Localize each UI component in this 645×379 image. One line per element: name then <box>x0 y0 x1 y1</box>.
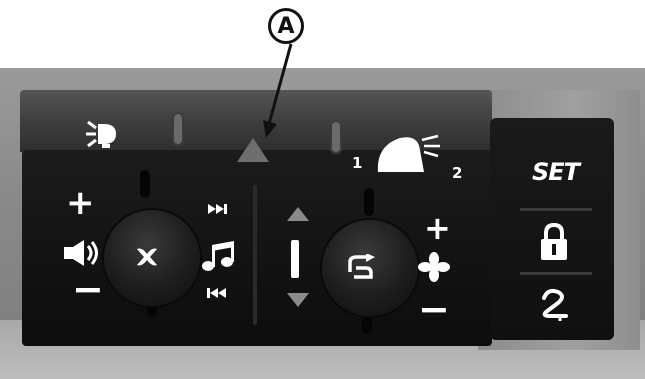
fan-up-button[interactable]: + <box>424 212 451 244</box>
fan-speed <box>418 252 450 282</box>
padlock-icon <box>541 222 567 260</box>
wiper-washer-icon <box>377 134 440 172</box>
fan-icon <box>418 252 450 282</box>
key-icon <box>542 288 568 321</box>
key-button[interactable] <box>538 286 572 322</box>
next-track-icon <box>208 204 227 214</box>
wiper-level-1: 1 <box>352 154 363 172</box>
volume-up-button[interactable]: + <box>66 186 95 220</box>
recirculation-button[interactable] <box>344 254 378 280</box>
music-note-icon <box>202 241 234 271</box>
lock-button[interactable] <box>538 222 570 262</box>
recirculation-icon <box>348 254 375 279</box>
mute-button[interactable] <box>134 244 160 270</box>
wiper-washer-button[interactable] <box>372 132 442 176</box>
previous-track-icon <box>207 288 226 298</box>
switch-slot <box>172 112 184 146</box>
previous-track-button[interactable] <box>206 286 228 300</box>
hazard-triangle-icon <box>237 138 269 162</box>
mute-icon <box>137 248 157 266</box>
next-track-button[interactable] <box>206 202 228 216</box>
down-arrow-icon <box>287 293 309 307</box>
button-separator <box>520 272 592 275</box>
scroll-indicator <box>291 240 299 278</box>
up-arrow-icon <box>287 207 309 221</box>
callout-arrow <box>263 43 293 138</box>
wiper-level-2: 2 <box>452 164 463 182</box>
switch-slot <box>330 120 342 154</box>
fan-down-button[interactable]: − <box>418 290 450 328</box>
volume-speaker <box>60 238 100 268</box>
speaker-volume-icon <box>64 240 98 266</box>
scroll-down-button[interactable] <box>286 292 310 308</box>
music-source-button[interactable] <box>200 240 236 274</box>
scroll-up-button[interactable] <box>286 206 310 222</box>
set-button[interactable]: SET <box>532 160 580 184</box>
button-separator <box>520 208 592 211</box>
work-light-button[interactable] <box>84 118 120 150</box>
knob-slot <box>140 170 150 198</box>
volume-down-button[interactable]: − <box>72 270 104 308</box>
knob-slot <box>364 188 374 216</box>
divider <box>253 185 257 325</box>
hazard-button[interactable] <box>236 137 270 163</box>
callout-label: A <box>268 8 304 44</box>
work-light-icon <box>86 120 116 148</box>
knob-slot <box>362 316 372 334</box>
